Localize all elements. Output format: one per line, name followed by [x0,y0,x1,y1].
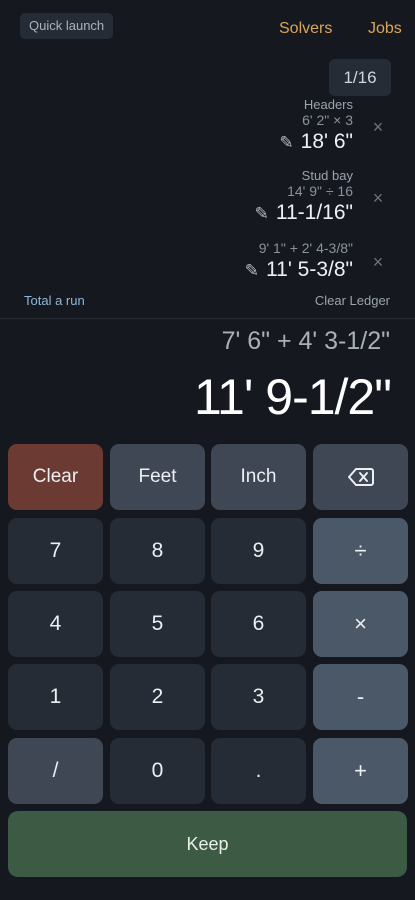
digit-8-button[interactable]: 8 [110,518,205,584]
ledger-entry[interactable]: Stud bay 14' 9" ÷ 16 ✎ 11-1/16" [53,168,353,227]
total-run-link[interactable]: Total a run [24,293,85,308]
decimal-point-button[interactable]: . [211,738,306,804]
remove-entry-icon[interactable]: × [369,118,387,136]
entry-result-row: ✎ 11-1/16" [53,200,353,227]
digit-0-button[interactable]: 0 [110,738,205,804]
solvers-link[interactable]: Solvers [279,20,332,38]
digit-9-button[interactable]: 9 [211,518,306,584]
digit-6-button[interactable]: 6 [211,591,306,657]
clear-ledger-link[interactable]: Clear Ledger [315,293,390,308]
minus-button[interactable]: - [313,664,408,730]
pencil-icon[interactable]: ✎ [255,204,269,223]
entry-label: Stud bay [301,168,353,183]
entry-result: 11' 5-3/8" [266,258,353,281]
entry-label: Headers [303,97,353,112]
inch-button[interactable]: Inch [211,444,306,510]
plus-button[interactable]: + [313,738,408,804]
remove-entry-icon[interactable]: × [369,189,387,207]
result-display: 11' 9-1/2" [193,369,392,425]
keep-button[interactable]: Keep [8,811,407,877]
entry-result-row: ✎ 11' 5-3/8" [53,257,353,284]
jobs-link[interactable]: Jobs [368,20,402,38]
pencil-icon[interactable]: ✎ [279,133,293,152]
digit-7-button[interactable]: 7 [8,518,103,584]
digit-1-button[interactable]: 1 [8,664,103,730]
page-indicator[interactable]: 1/16 [329,59,391,96]
digit-5-button[interactable]: 5 [110,591,205,657]
ledger-entry[interactable]: 9' 1" + 2' 4-3/8" ✎ 11' 5-3/8" [53,240,353,284]
digit-3-button[interactable]: 3 [211,664,306,730]
quick-launch-button[interactable]: Quick launch [20,13,114,39]
entry-expression: 14' 9" ÷ 16 [287,183,353,199]
pencil-icon[interactable]: ✎ [245,261,259,280]
digit-2-button[interactable]: 2 [110,664,205,730]
digit-4-button[interactable]: 4 [8,591,103,657]
divider [0,318,415,319]
entry-result: 11-1/16" [275,201,353,224]
entry-expression: 6' 2" × 3 [302,112,353,128]
clear-button[interactable]: Clear [8,444,103,510]
divide-button[interactable]: ÷ [313,518,408,584]
backspace-icon [347,468,374,486]
expression-display: 7' 6" + 4' 3-1/2" [221,327,390,355]
fraction-slash-button[interactable]: / [8,738,103,804]
backspace-button[interactable] [313,444,408,510]
entry-expression: 9' 1" + 2' 4-3/8" [258,240,353,256]
multiply-button[interactable]: × [313,591,408,657]
ledger-entry[interactable]: Headers 6' 2" × 3 ✎ 18' 6" [53,97,353,156]
remove-entry-icon[interactable]: × [369,253,387,271]
entry-result-row: ✎ 18' 6" [53,129,353,156]
feet-button[interactable]: Feet [110,444,205,510]
entry-result: 18' 6" [300,130,353,153]
